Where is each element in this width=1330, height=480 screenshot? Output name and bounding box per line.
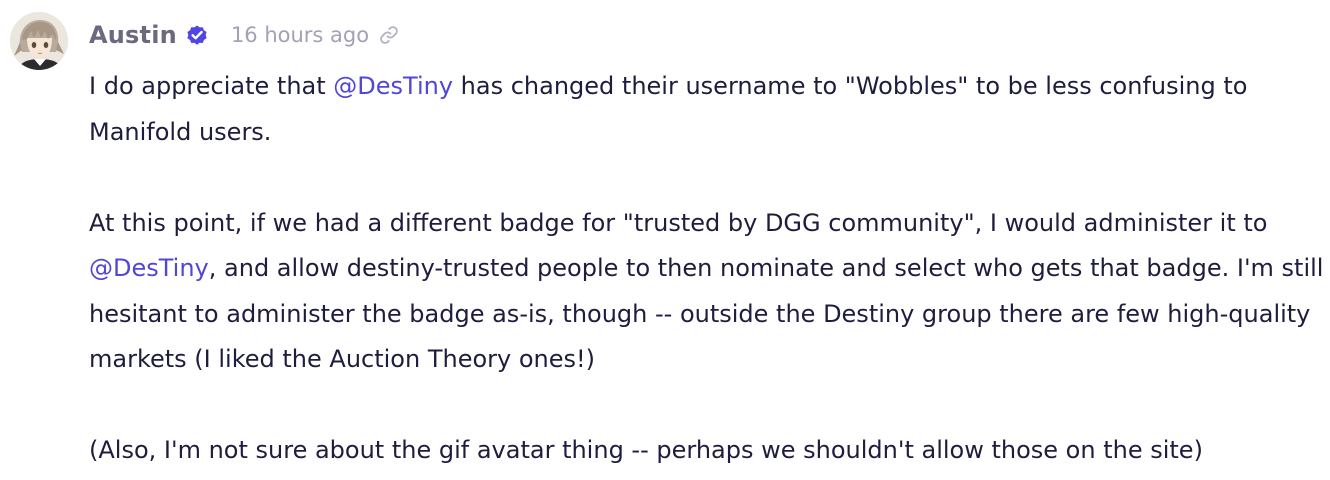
comment: Austin 16 hours ago I do appreciate that… xyxy=(0,0,1330,480)
paragraph-text: I do appreciate that xyxy=(89,72,334,100)
user-mention-link[interactable]: @DesTiny xyxy=(89,254,209,282)
paragraph-text: At this point, if we had a different bad… xyxy=(89,208,1268,237)
comment-paragraph: At this point, if we had a different bad… xyxy=(89,201,1324,383)
user-avatar[interactable] xyxy=(10,12,68,70)
comment-paragraph: (Also, I'm not sure about the gif avatar… xyxy=(89,428,1324,474)
user-mention-link[interactable]: @DesTiny xyxy=(333,72,453,100)
comment-body: I do appreciate that @DesTiny has change… xyxy=(89,64,1324,474)
verified-badge-icon xyxy=(185,23,209,47)
paragraph-text: (Also, I'm not sure about the gif avatar… xyxy=(89,436,1203,464)
author-name[interactable]: Austin xyxy=(89,21,177,49)
comment-header: Austin 16 hours ago xyxy=(89,17,401,53)
comment-timestamp[interactable]: 16 hours ago xyxy=(231,23,369,47)
comment-paragraph: I do appreciate that @DesTiny has change… xyxy=(89,64,1324,155)
avatar-image xyxy=(10,12,68,70)
link-icon[interactable] xyxy=(377,23,401,47)
paragraph-text: , and allow destiny-trusted people to th… xyxy=(89,254,1324,373)
